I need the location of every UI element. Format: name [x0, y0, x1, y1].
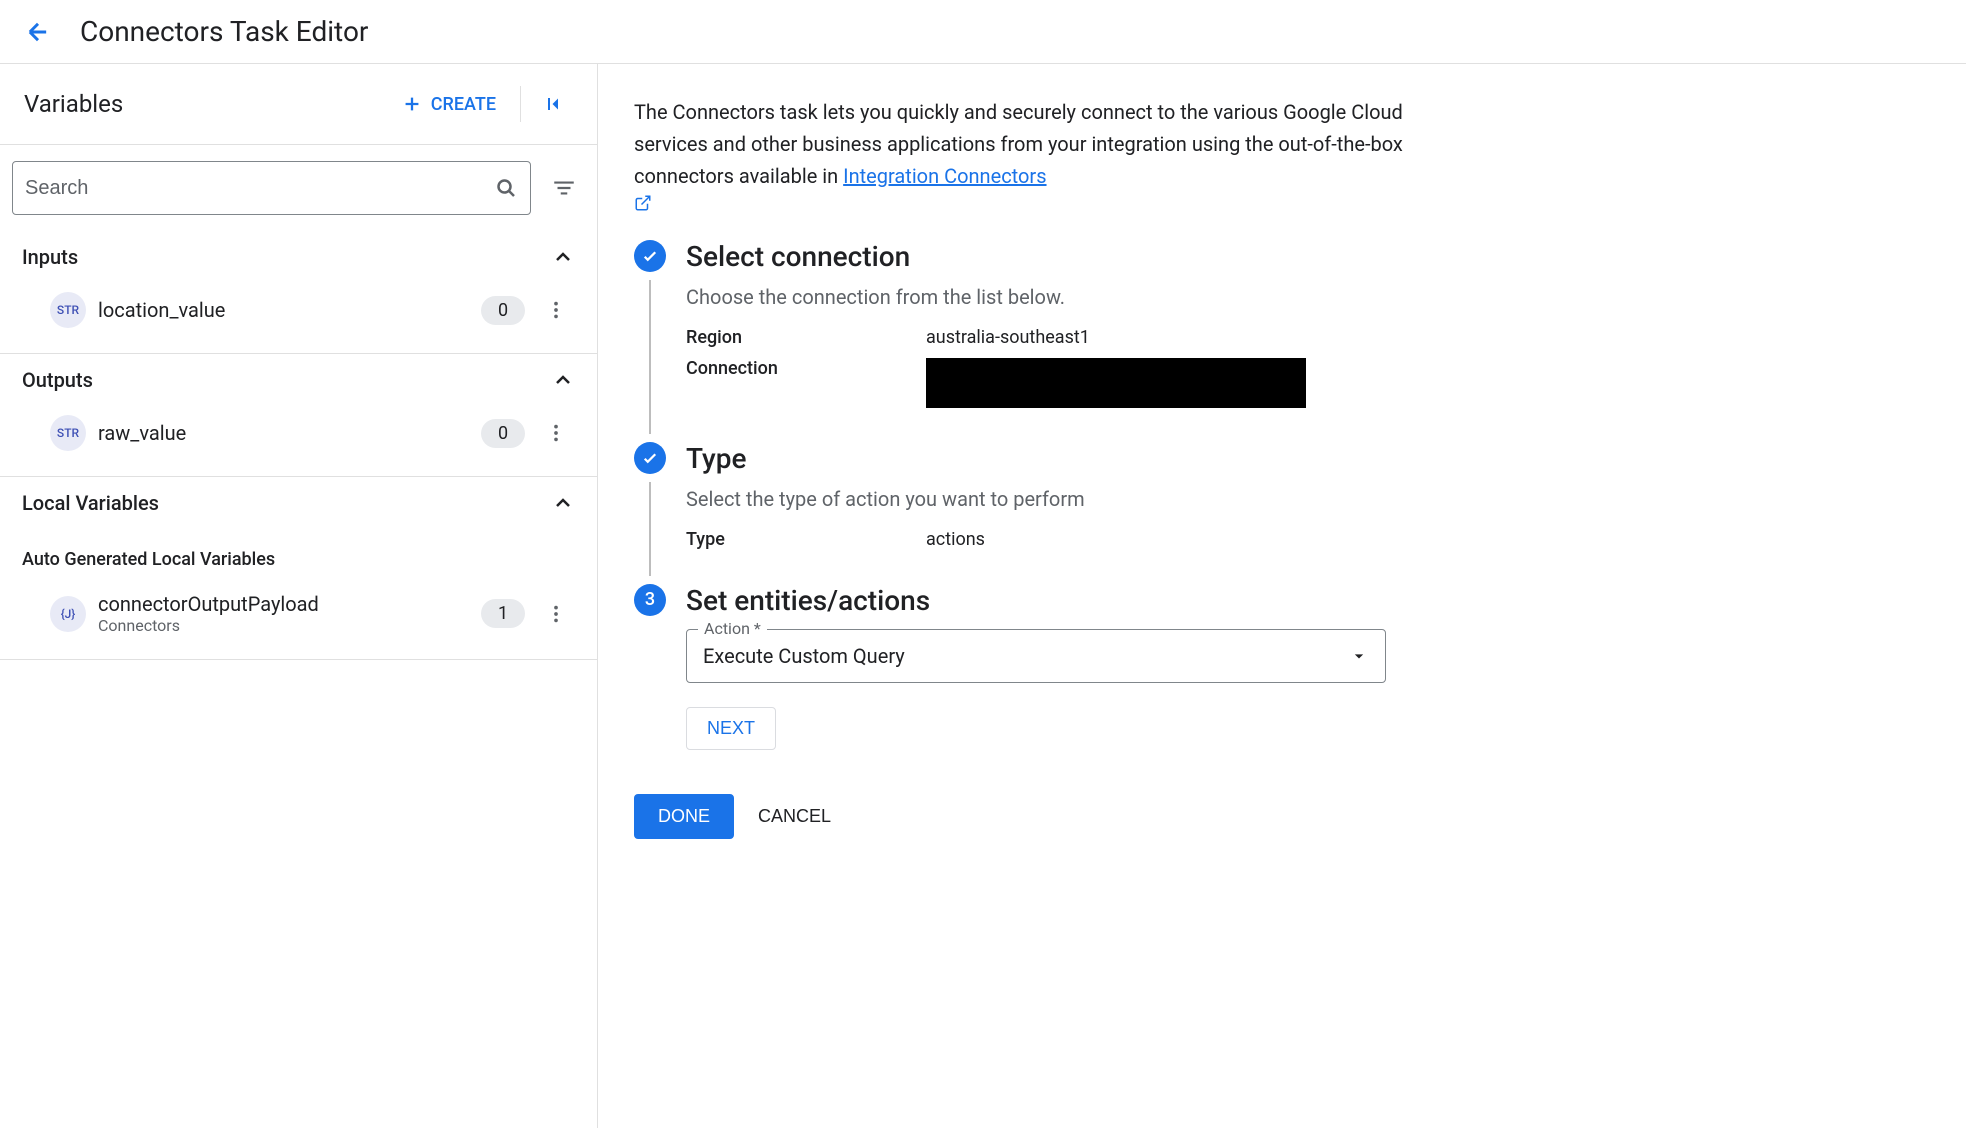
region-label: Region [686, 327, 926, 348]
cancel-button[interactable]: CANCEL [758, 806, 831, 827]
inputs-section: Inputs STR location_value 0 [0, 231, 597, 354]
variable-name: connectorOutputPayload [98, 592, 469, 616]
intro-link-text: Integration Connectors [843, 164, 1046, 188]
collapse-left-icon [541, 92, 565, 116]
variable-name: location_value [98, 298, 469, 322]
outputs-section: Outputs STR raw_value 0 [0, 354, 597, 477]
step-number: 3 [634, 584, 666, 616]
back-arrow-icon[interactable] [24, 18, 52, 46]
region-value: australia-southeast1 [926, 327, 1090, 348]
filter-button[interactable] [543, 167, 585, 209]
chevron-up-icon [551, 245, 575, 269]
local-title: Local Variables [22, 491, 159, 515]
step-complete-icon [634, 240, 666, 272]
chevron-up-icon [551, 491, 575, 515]
check-icon [641, 247, 659, 265]
action-field: Action * Execute Custom Query [686, 629, 1926, 683]
page-title: Connectors Task Editor [80, 15, 368, 48]
type-label: Type [686, 529, 926, 550]
more-vert-icon [545, 603, 567, 625]
inputs-section-header[interactable]: Inputs [0, 231, 597, 283]
auto-generated-title: Auto Generated Local Variables [0, 529, 597, 584]
step-indicator: 3 [634, 584, 666, 766]
variable-subtitle: Connectors [98, 616, 469, 635]
step-complete-icon [634, 442, 666, 474]
action-field-label: Action * [698, 619, 767, 638]
usage-count-badge: 0 [481, 419, 525, 448]
step-title: Set entities/actions [686, 584, 1926, 617]
more-vert-icon [545, 299, 567, 321]
variable-item[interactable]: STR raw_value 0 [0, 406, 597, 460]
plus-icon [401, 93, 423, 115]
variable-more-button[interactable] [537, 291, 575, 329]
usage-count-badge: 0 [481, 296, 525, 325]
outputs-title: Outputs [22, 368, 93, 392]
search-box[interactable] [12, 161, 531, 215]
main-content: The Connectors task lets you quickly and… [598, 64, 1966, 1128]
type-badge-str: STR [50, 415, 86, 451]
collapse-panel-button[interactable] [533, 84, 573, 124]
divider [520, 86, 521, 122]
bottom-actions: DONE CANCEL [634, 794, 1926, 839]
filter-list-icon [551, 175, 577, 201]
step-title: Select connection [686, 240, 1926, 273]
connection-label: Connection [686, 358, 926, 408]
create-variable-button[interactable]: CREATE [389, 85, 508, 123]
step-set-entities: 3 Set entities/actions Action * Execute … [634, 584, 1926, 766]
variable-item[interactable]: STR location_value 0 [0, 283, 597, 337]
connection-row: Connection [686, 358, 1926, 408]
step-connector-line [649, 482, 651, 576]
external-link-icon [634, 194, 1414, 212]
usage-count-badge: 1 [481, 599, 525, 628]
variable-more-button[interactable] [537, 595, 575, 633]
variable-item[interactable]: {J} connectorOutputPayload Connectors 1 [0, 584, 597, 643]
step-indicator [634, 442, 666, 576]
local-variables-section: Local Variables Auto Generated Local Var… [0, 477, 597, 660]
dropdown-arrow-icon [1349, 646, 1369, 666]
variables-title: Variables [24, 90, 123, 118]
chevron-up-icon [551, 368, 575, 392]
type-value: actions [926, 529, 985, 550]
step-description: Select the type of action you want to pe… [686, 487, 1926, 511]
type-badge-json: {J} [50, 596, 86, 632]
integration-connectors-link[interactable]: Integration Connectors [843, 164, 1046, 188]
next-button[interactable]: NEXT [686, 707, 776, 750]
type-badge-str: STR [50, 292, 86, 328]
intro-text: The Connectors task lets you quickly and… [634, 96, 1414, 212]
top-header: Connectors Task Editor [0, 0, 1966, 64]
variable-name: raw_value [98, 421, 469, 445]
step-title: Type [686, 442, 1926, 475]
more-vert-icon [545, 422, 567, 444]
search-input[interactable] [25, 177, 494, 200]
check-icon [641, 449, 659, 467]
action-select[interactable]: Execute Custom Query [686, 629, 1386, 683]
search-icon [494, 176, 518, 200]
variable-more-button[interactable] [537, 414, 575, 452]
create-label: CREATE [431, 94, 496, 115]
local-section-header[interactable]: Local Variables [0, 477, 597, 529]
step-description: Choose the connection from the list belo… [686, 285, 1926, 309]
step-select-connection: Select connection Choose the connection … [634, 240, 1926, 434]
outputs-section-header[interactable]: Outputs [0, 354, 597, 406]
variables-panel: Variables CREATE [0, 64, 598, 1128]
inputs-title: Inputs [22, 245, 78, 269]
connection-value-redacted [926, 358, 1306, 408]
search-row [0, 145, 597, 231]
step-indicator [634, 240, 666, 434]
type-row: Type actions [686, 529, 1926, 550]
variables-header: Variables CREATE [0, 64, 597, 145]
action-selected-value: Execute Custom Query [703, 644, 905, 668]
step-type: Type Select the type of action you want … [634, 442, 1926, 576]
region-row: Region australia-southeast1 [686, 327, 1926, 348]
step-connector-line [649, 280, 651, 434]
done-button[interactable]: DONE [634, 794, 734, 839]
